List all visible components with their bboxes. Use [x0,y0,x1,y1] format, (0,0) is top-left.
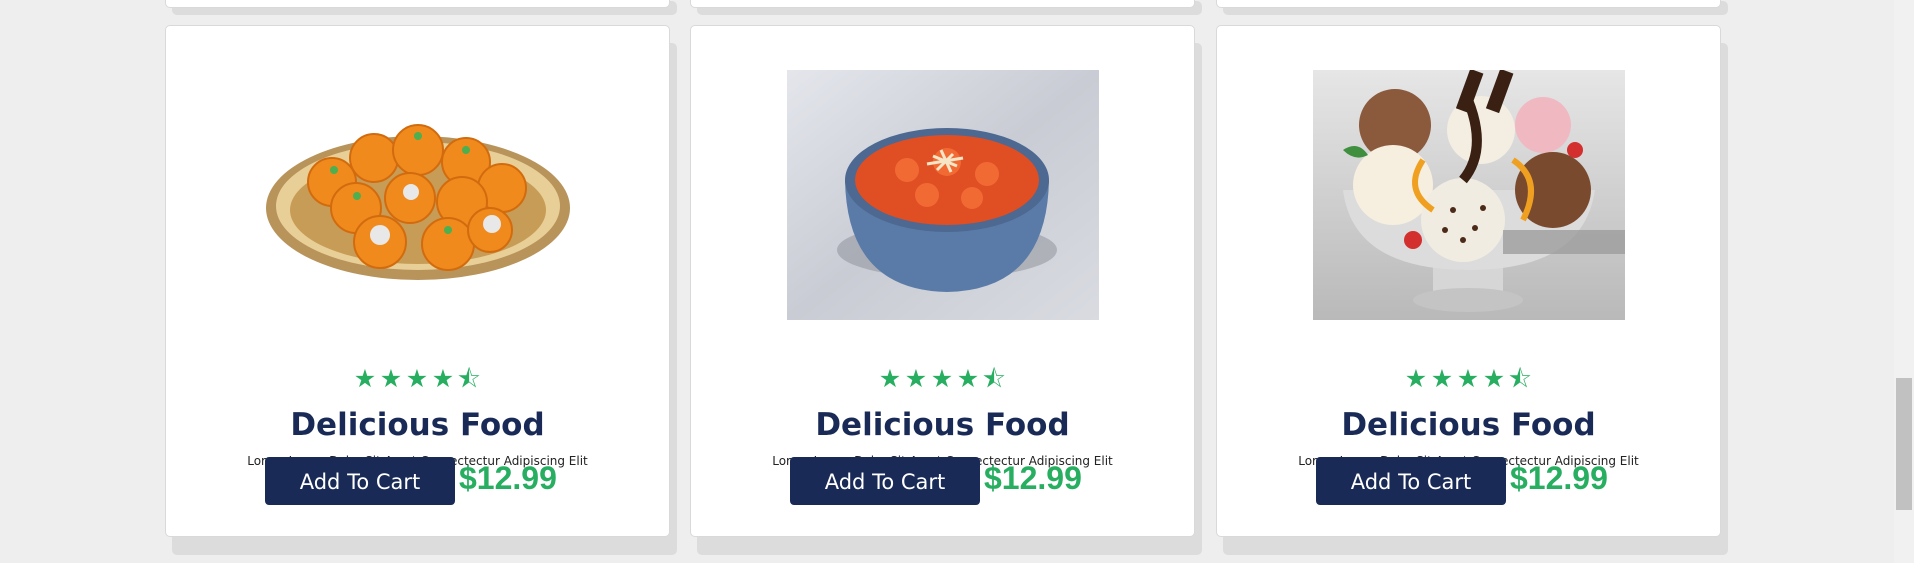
star-icon: ★ [353,364,378,393]
star-half-icon: ⯪ [982,364,1007,393]
star-rating: ★ ★ ★ ★⯪ [1217,366,1720,391]
partial-card-top [165,0,670,8]
add-to-cart-button[interactable]: Add To Cart [265,457,455,505]
star-icon: ★ [956,364,981,393]
product-title: Delicious Food [290,407,545,443]
star-half-icon: ⯪ [1508,364,1533,393]
product-card: ★★★★⯪ Delicious Food Lorem Ipsum Dolor S… [1216,25,1721,537]
product-image [786,70,1099,320]
star-icon: ★ [405,364,430,393]
product-image [261,70,574,320]
star-rating: ★ ★ ★ ★⯪ [691,366,1194,391]
star-icon: ★ [379,364,404,393]
product-price: $12.99 [984,460,1082,496]
star-icon: ★ [431,364,456,393]
product-card: ★★★★⯪ Delicious Food Lorem Ipsum Dolor S… [690,25,1195,537]
ice-cream-sundae-image [1312,70,1625,320]
partial-card-top [1216,0,1721,8]
star-icon: ★ [904,364,929,393]
page-scrollbar[interactable] [1894,0,1914,563]
star-icon: ★ [1430,364,1455,393]
product-price: $12.99 [459,460,557,496]
star-icon: ★ [930,364,955,393]
product-title: Delicious Food [815,407,1070,443]
product-price: $12.99 [1510,460,1608,496]
laddu-plate-image [261,70,574,320]
product-card: ★★★★⯪ Delicious Food Lorem Ipsum Dolor S… [165,25,670,537]
add-to-cart-button[interactable]: Add To Cart [790,457,980,505]
partial-card-top [690,0,1195,8]
star-icon: ★ [1482,364,1507,393]
product-image [1312,70,1625,320]
carrot-halwa-bowl-image [786,70,1099,320]
star-icon: ★ [1456,364,1481,393]
star-icon: ★ [878,364,903,393]
add-to-cart-button[interactable]: Add To Cart [1316,457,1506,505]
product-title: Delicious Food [1341,407,1596,443]
star-half-icon: ⯪ [457,364,482,393]
scrollbar-thumb[interactable] [1896,378,1912,510]
star-rating: ★ ★ ★ ★⯪ [166,366,669,391]
star-icon: ★ [1404,364,1429,393]
